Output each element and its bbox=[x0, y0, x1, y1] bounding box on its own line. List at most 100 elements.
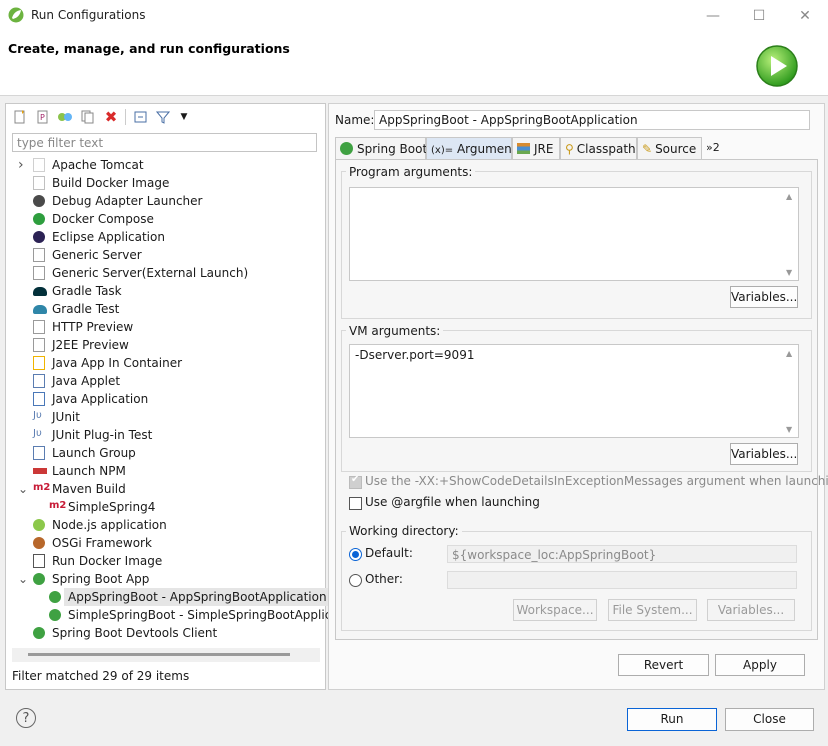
header-title: Create, manage, and run configurations bbox=[8, 41, 290, 56]
other-directory-field bbox=[447, 571, 797, 589]
filter-icon[interactable] bbox=[155, 109, 171, 125]
tab-jre[interactable]: JRE bbox=[512, 137, 560, 159]
tab-source[interactable]: ✎ Source bbox=[637, 137, 702, 159]
server-icon bbox=[33, 266, 45, 280]
workdir-variables-button[interactable]: Variables... bbox=[707, 599, 795, 621]
tree-item-label: Generic Server bbox=[52, 248, 142, 262]
classpath-icon: ⚲ bbox=[565, 142, 574, 156]
program-variables-button[interactable]: Variables... bbox=[730, 286, 798, 308]
applet-icon bbox=[33, 374, 45, 388]
tree-item[interactable]: ⌄ Spring Boot App bbox=[6, 570, 323, 588]
window-title: Run Configurations bbox=[31, 8, 146, 22]
tree-item-label: Docker Compose bbox=[52, 212, 154, 226]
tree-item[interactable]: Run Docker Image bbox=[6, 552, 323, 570]
tree-item-label: Gradle Test bbox=[52, 302, 120, 316]
tree-item[interactable]: m2 SimpleSpring4 bbox=[6, 498, 323, 516]
tree-item[interactable]: Jυ JUnit bbox=[6, 408, 323, 426]
server-icon bbox=[33, 320, 45, 334]
maven-icon: m2 bbox=[49, 500, 67, 511]
filesystem-button[interactable]: File System... bbox=[608, 599, 697, 621]
tree-item-label: JUnit Plug-in Test bbox=[52, 428, 153, 442]
revert-button[interactable]: Revert bbox=[618, 654, 709, 676]
server-icon bbox=[33, 248, 45, 262]
tree-scroll-thumb[interactable] bbox=[28, 653, 290, 656]
workspace-button[interactable]: Workspace... bbox=[513, 599, 597, 621]
spring-boot-icon bbox=[340, 142, 353, 155]
collapse-all-icon[interactable] bbox=[133, 109, 149, 125]
view-menu-icon[interactable]: ▼ bbox=[176, 109, 192, 125]
delete-config-icon[interactable]: ✖ bbox=[103, 108, 119, 126]
argfile-checkbox[interactable] bbox=[349, 497, 362, 510]
tree-item[interactable]: Launch NPM bbox=[6, 462, 323, 480]
tree-item[interactable]: Docker Compose bbox=[6, 210, 323, 228]
java-app-icon bbox=[33, 392, 45, 406]
tree-item[interactable]: Java Application bbox=[6, 390, 323, 408]
tree-item[interactable]: Java App In Container bbox=[6, 354, 323, 372]
tree-item[interactable]: Java Applet bbox=[6, 372, 323, 390]
tree-item[interactable]: Gradle Test bbox=[6, 300, 323, 318]
tree-item[interactable]: SimpleSpringBoot - SimpleSpringBootAppli… bbox=[6, 606, 343, 624]
new-config-icon[interactable] bbox=[12, 109, 28, 125]
tree-item-label: Debug Adapter Launcher bbox=[52, 194, 203, 208]
run-button[interactable]: Run bbox=[627, 708, 717, 731]
tree-item[interactable]: Launch Group bbox=[6, 444, 323, 462]
filter-status: Filter matched 29 of 29 items bbox=[12, 669, 190, 683]
tree-item[interactable]: J2EE Preview bbox=[6, 336, 323, 354]
close-button[interactable]: Close bbox=[725, 708, 814, 731]
tree-item[interactable]: OSGi Framework bbox=[6, 534, 323, 552]
show-code-details-checkbox[interactable]: ✔ bbox=[349, 474, 362, 489]
duplicate-config-icon[interactable] bbox=[80, 109, 96, 125]
new-prototype-icon[interactable]: P bbox=[35, 109, 51, 125]
tree-item[interactable]: Gradle Task bbox=[6, 282, 323, 300]
export-config-icon[interactable] bbox=[57, 109, 73, 125]
tab-spring-boot[interactable]: Spring Boot bbox=[335, 137, 427, 159]
toolbar-separator bbox=[125, 109, 126, 125]
chevron-right-icon[interactable]: › bbox=[18, 156, 24, 174]
tree-item[interactable]: Spring Boot Devtools Client bbox=[6, 624, 323, 642]
tree-item[interactable]: Generic Server(External Launch) bbox=[6, 264, 323, 282]
tab-classpath[interactable]: ⚲ Classpath bbox=[560, 137, 637, 159]
junit-icon: Jυ bbox=[33, 410, 42, 421]
tree-item[interactable]: Jυ JUnit Plug-in Test bbox=[6, 426, 323, 444]
chevron-down-icon[interactable]: ⌄ bbox=[18, 570, 28, 588]
tree-item-label: Apache Tomcat bbox=[52, 158, 144, 172]
eclipse-icon bbox=[33, 231, 45, 243]
tree-item[interactable]: ⌄ m2 Maven Build bbox=[6, 480, 323, 498]
maven-icon: m2 bbox=[33, 482, 51, 493]
vm-args-scrollbar[interactable]: ▲ ▼ bbox=[784, 345, 798, 437]
tree-item[interactable]: Build Docker Image bbox=[6, 174, 323, 192]
tree-item[interactable]: AppSpringBoot - AppSpringBootApplication bbox=[6, 588, 331, 606]
close-window-button[interactable]: ✕ bbox=[782, 0, 828, 31]
other-radio[interactable] bbox=[349, 574, 362, 587]
tree-item[interactable]: Generic Server bbox=[6, 246, 323, 264]
filter-input[interactable]: type filter text bbox=[12, 133, 317, 152]
chevron-down-icon[interactable]: ⌄ bbox=[18, 480, 28, 498]
tree-item[interactable]: Eclipse Application bbox=[6, 228, 323, 246]
name-field[interactable]: AppSpringBoot - AppSpringBootApplication bbox=[374, 110, 810, 130]
more-tabs-icon[interactable]: »2 bbox=[702, 137, 726, 159]
vm-variables-button[interactable]: Variables... bbox=[730, 443, 798, 465]
tree-item[interactable]: Debug Adapter Launcher bbox=[6, 192, 323, 210]
run-banner-icon bbox=[755, 44, 799, 88]
tab-arguments[interactable]: (x)= Arguments bbox=[426, 137, 523, 159]
apply-button[interactable]: Apply bbox=[715, 654, 805, 676]
program-args-scrollbar[interactable]: ▲ ▼ bbox=[784, 188, 798, 280]
show-code-details-label: Use the -XX:+ShowCodeDetailsInExceptionM… bbox=[365, 474, 828, 488]
tree-item-label: Spring Boot App bbox=[52, 572, 150, 586]
tree-item-label: Launch Group bbox=[52, 446, 136, 460]
tree-item[interactable]: › Apache Tomcat bbox=[6, 156, 323, 174]
default-radio[interactable] bbox=[349, 548, 362, 561]
tree-item-label: AppSpringBoot - AppSpringBootApplication bbox=[64, 588, 331, 606]
vm-arguments-input[interactable]: -Dserver.port=9091 ▲ ▼ bbox=[349, 344, 799, 438]
tree-item-label: SimpleSpring4 bbox=[68, 500, 156, 514]
tree-item-label: HTTP Preview bbox=[52, 320, 134, 334]
maximize-button[interactable]: ☐ bbox=[736, 0, 782, 31]
help-icon[interactable]: ? bbox=[16, 708, 36, 728]
minimize-button[interactable]: — bbox=[690, 0, 736, 31]
tree-item[interactable]: HTTP Preview bbox=[6, 318, 323, 336]
tree-item[interactable]: Node.js application bbox=[6, 516, 323, 534]
spring-devtools-icon bbox=[33, 627, 45, 639]
program-arguments-input[interactable]: ▲ ▼ bbox=[349, 187, 799, 281]
tree-item-label: Run Docker Image bbox=[52, 554, 163, 568]
other-label: Other: bbox=[365, 572, 403, 586]
